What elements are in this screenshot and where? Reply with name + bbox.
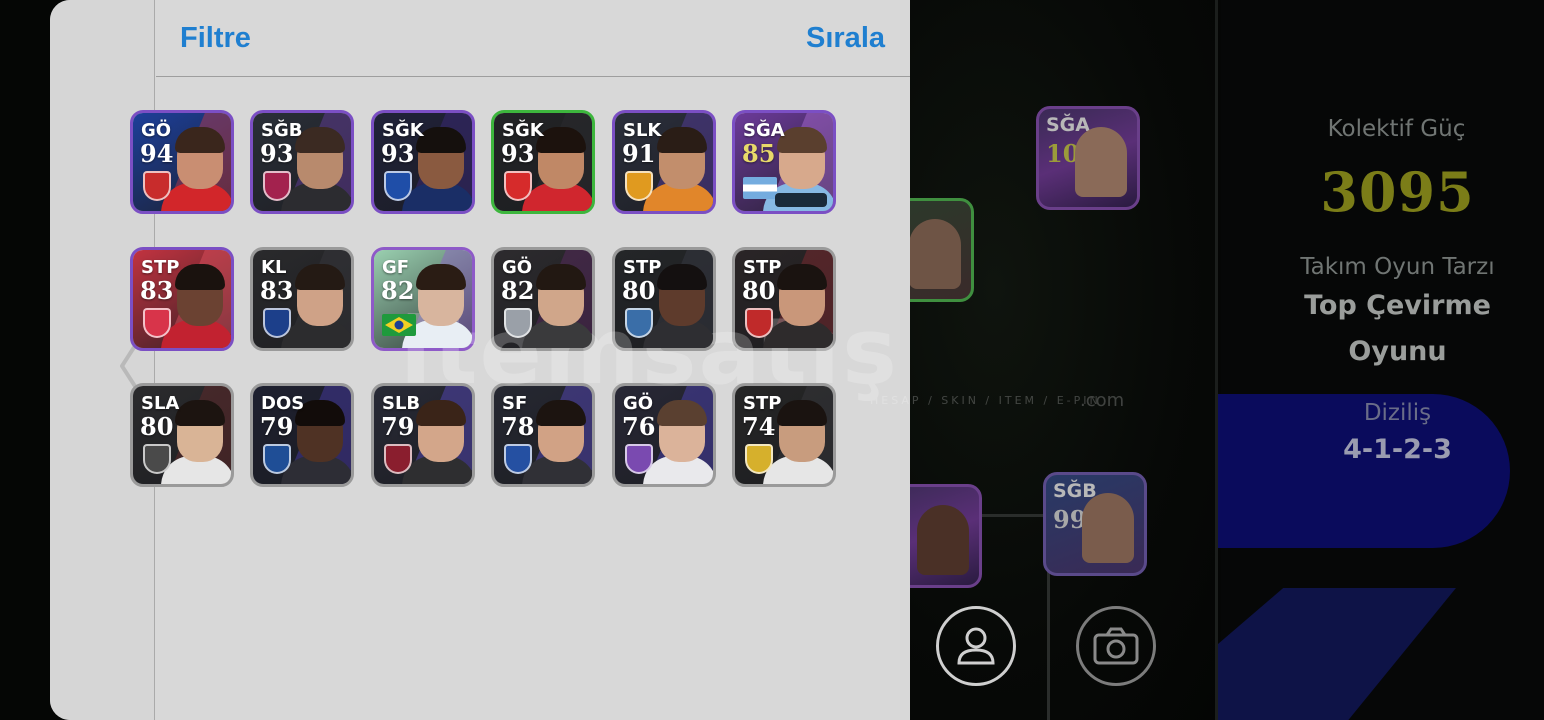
card-position: SĞB bbox=[1053, 480, 1097, 502]
player-selection-panel: Filtre Sırala bbox=[50, 0, 910, 720]
card-position: SF bbox=[502, 393, 528, 414]
club-crest-icon bbox=[263, 171, 291, 201]
club-crest-icon bbox=[504, 171, 532, 201]
card-position: KL bbox=[261, 257, 287, 278]
nation-flag-icon bbox=[743, 177, 777, 199]
panel-header: Filtre Sırala bbox=[156, 0, 910, 77]
player-card[interactable]: SF 78 bbox=[491, 383, 595, 487]
card-position: DOS bbox=[261, 393, 305, 414]
card-rating: 93 bbox=[260, 139, 294, 168]
club-crest-icon bbox=[625, 444, 653, 474]
card-rating: 79 bbox=[260, 412, 294, 441]
club-crest-icon bbox=[625, 171, 653, 201]
club-crest-icon bbox=[143, 308, 171, 338]
card-rating: 83 bbox=[140, 276, 174, 305]
player-card[interactable]: SĞK 93 bbox=[371, 110, 475, 214]
playstyle-value-line1: Top Çevirme bbox=[1304, 290, 1491, 321]
nation-flag-icon bbox=[382, 314, 416, 336]
card-position: STP bbox=[141, 257, 180, 278]
card-position: STP bbox=[743, 257, 782, 278]
player-card[interactable]: SĞK 93 bbox=[491, 110, 595, 214]
card-rating: 78 bbox=[501, 412, 535, 441]
player-card[interactable]: STP 83 bbox=[130, 247, 234, 351]
card-position: GÖ bbox=[623, 393, 654, 414]
player-card[interactable]: STP 80 bbox=[732, 247, 836, 351]
playstyle-value-line2: Oyunu bbox=[1348, 336, 1447, 367]
card-position: SĞA bbox=[743, 120, 785, 141]
playstyle-label: Takım Oyun Tarzı bbox=[1300, 254, 1495, 280]
card-position: SĞA bbox=[1046, 114, 1090, 136]
card-rating: 91 bbox=[622, 139, 656, 168]
card-rating: 93 bbox=[381, 139, 415, 168]
card-rating: 80 bbox=[742, 276, 776, 305]
club-crest-icon bbox=[263, 308, 291, 338]
card-badge-icon bbox=[775, 193, 827, 207]
card-position: SĞB bbox=[261, 120, 303, 141]
club-crest-icon bbox=[263, 444, 291, 474]
camera-button[interactable] bbox=[1076, 606, 1156, 686]
player-card[interactable]: GÖ 94 bbox=[130, 110, 234, 214]
card-position: GÖ bbox=[141, 120, 172, 141]
card-rating: 76 bbox=[622, 412, 656, 441]
panel-left-strip bbox=[50, 0, 155, 720]
player-card[interactable]: GÖ 82 bbox=[491, 247, 595, 351]
club-crest-icon bbox=[384, 171, 412, 201]
filter-button[interactable]: Filtre bbox=[180, 22, 251, 55]
formation-label: Diziliş bbox=[1363, 400, 1432, 426]
player-card[interactable]: SĞA 85 bbox=[732, 110, 836, 214]
card-position: SLK bbox=[623, 120, 662, 141]
camera-icon bbox=[1093, 627, 1139, 665]
player-card[interactable]: DOS 79 bbox=[250, 383, 354, 487]
card-position: STP bbox=[623, 257, 662, 278]
club-crest-icon bbox=[745, 444, 773, 474]
card-position: SĞK bbox=[502, 120, 544, 141]
player-card[interactable]: STP 74 bbox=[732, 383, 836, 487]
card-rating: 93 bbox=[501, 139, 535, 168]
club-crest-icon bbox=[504, 444, 532, 474]
club-crest-icon bbox=[143, 171, 171, 201]
player-card[interactable]: GÖ 76 bbox=[612, 383, 716, 487]
card-rating: 80 bbox=[622, 276, 656, 305]
player-card[interactable]: SLK 91 bbox=[612, 110, 716, 214]
card-rating: 85 bbox=[742, 139, 776, 168]
card-position: SĞK bbox=[382, 120, 424, 141]
card-rating: 82 bbox=[501, 276, 535, 305]
card-position: SLB bbox=[382, 393, 421, 414]
player-profile-button[interactable] bbox=[936, 606, 1016, 686]
card-rating: 94 bbox=[140, 139, 174, 168]
club-crest-icon bbox=[625, 308, 653, 338]
card-rating: 79 bbox=[381, 412, 415, 441]
club-crest-icon bbox=[504, 308, 532, 338]
player-card[interactable]: GF 82 bbox=[371, 247, 475, 351]
person-icon bbox=[957, 627, 995, 665]
player-card[interactable]: SĞB 93 bbox=[250, 110, 354, 214]
player-card[interactable]: KL 83 bbox=[250, 247, 354, 351]
club-crest-icon bbox=[745, 308, 773, 338]
card-position: GF bbox=[382, 257, 410, 278]
club-crest-icon bbox=[384, 444, 412, 474]
player-card[interactable]: STP 80 bbox=[612, 247, 716, 351]
collective-power-label: Kolektif Güç bbox=[1327, 116, 1466, 142]
card-rating: 74 bbox=[742, 412, 776, 441]
card-rating: 83 bbox=[260, 276, 294, 305]
player-card[interactable]: SLB 79 bbox=[371, 383, 475, 487]
club-crest-icon bbox=[143, 444, 171, 474]
sort-button[interactable]: Sırala bbox=[806, 22, 885, 55]
team-card-right-back[interactable]: SĞB 99 bbox=[1043, 472, 1147, 576]
card-rating: 82 bbox=[381, 276, 415, 305]
card-position: GÖ bbox=[502, 257, 533, 278]
collective-power-value: 3095 bbox=[1320, 160, 1475, 224]
card-position: STP bbox=[743, 393, 782, 414]
card-position: SLA bbox=[141, 393, 180, 414]
player-card[interactable]: SLA 80 bbox=[130, 383, 234, 487]
formation-value: 4-1-2-3 bbox=[1343, 434, 1452, 465]
card-rating: 80 bbox=[140, 412, 174, 441]
team-card-messi[interactable]: SĞA 101 bbox=[1036, 106, 1140, 210]
